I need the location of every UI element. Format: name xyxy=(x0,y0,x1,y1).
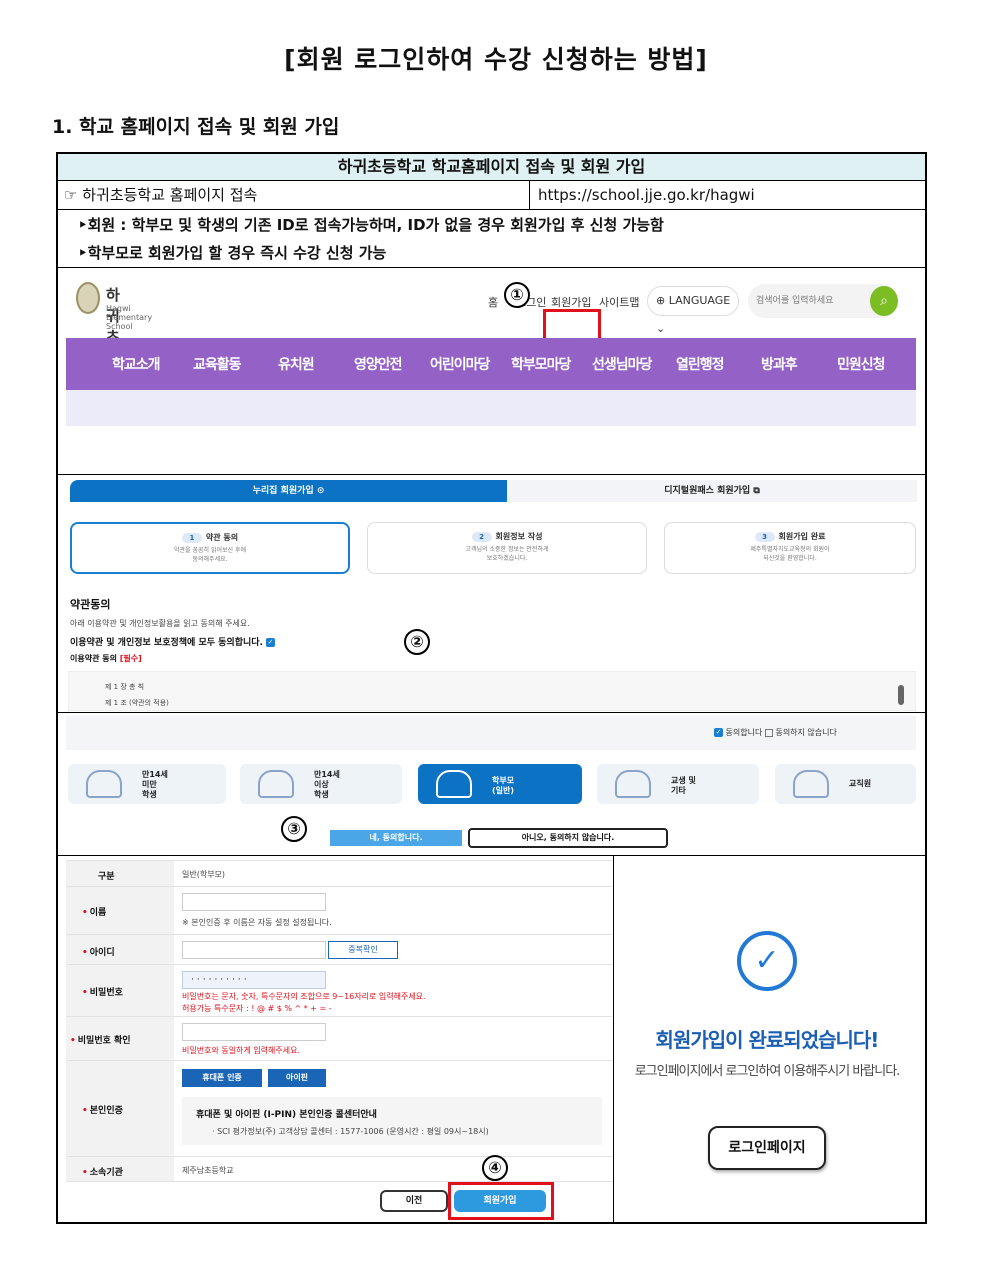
scrollbar-thumb[interactable] xyxy=(898,685,904,705)
trainee-icon xyxy=(615,770,651,798)
marker-1: ① xyxy=(504,282,530,308)
menu-item[interactable]: 유치원 xyxy=(278,354,315,374)
section-heading: 1. 학교 홈페이지 접속 및 회원 가입 xyxy=(52,116,340,138)
menu-item[interactable]: 방과후 xyxy=(761,354,798,374)
user-type-parent[interactable]: 학부모 (일반) xyxy=(418,764,582,804)
language-label: LANGUAGE xyxy=(668,294,731,307)
table-header: 하귀초등학교 학교홈페이지 접속 및 회원 가입 xyxy=(58,154,925,181)
topnav-signup[interactable]: 회원가입 xyxy=(551,294,591,310)
checkbox-checked-icon: ✓ xyxy=(266,638,276,647)
dup-check-button[interactable]: 중복확인 xyxy=(328,941,398,959)
form-row-type: 구분 일반(학부모) xyxy=(66,860,612,886)
parent-icon xyxy=(436,770,472,798)
password-input[interactable]: ·········· xyxy=(182,971,326,989)
globe-icon: ⊕ xyxy=(656,294,666,307)
divider xyxy=(58,855,925,856)
marker-2: ② xyxy=(404,629,430,655)
agree-all-checkbox[interactable]: 이용약관 및 개인정보 보호정책에 모두 동의합니다. ✓ xyxy=(70,635,276,648)
menu-item[interactable]: 어린이마당 xyxy=(430,354,490,374)
success-check-icon: ✓ xyxy=(737,931,797,991)
agree-radio-group[interactable]: ✓ 동의합니다 동의하지 않습니다 xyxy=(714,727,837,738)
step-info: 2 회원정보 작성 고객님의 소중한 정보는 안전하게 보호하겠습니다. xyxy=(367,522,647,574)
terms-heading: 약관동의 xyxy=(70,598,111,611)
menu-item[interactable]: 영양안전 xyxy=(354,354,403,374)
phone-auth-button[interactable]: 휴대폰 인증 xyxy=(182,1069,262,1087)
divider xyxy=(58,712,925,713)
menu-item[interactable]: 민원신청 xyxy=(837,354,886,374)
name-input[interactable] xyxy=(182,893,326,911)
terms-textbox[interactable]: 제 1 장 총 칙 제 1 조 (약관의 적용) xyxy=(68,671,916,711)
main-menu: 학교소개 교육활동 유치원 영양안전 어린이마당 학부모마당 선생님마당 열린행… xyxy=(66,338,916,390)
user-type-trainee[interactable]: 교생 및 기타 xyxy=(597,764,759,804)
terms-subtext: 아래 이용약관 및 개인정보활용을 읽고 동의해 주세요. xyxy=(70,619,250,628)
complete-subtitle: 로그인페이지에서 로그인하여 이용해주시기 바랍니다. xyxy=(634,1064,901,1079)
menu-item[interactable]: 학교소개 xyxy=(112,354,161,374)
form-row-id: • 아이디 중복확인 xyxy=(66,934,612,964)
password-confirm-input[interactable] xyxy=(182,1023,326,1041)
page-title: [회원 로그인하여 수강 신청하는 방법] xyxy=(284,45,708,74)
user-type-under14[interactable]: 만14세 미만 학생 xyxy=(68,764,226,804)
homepage-url[interactable]: https://school.jje.go.kr/hagwi xyxy=(529,181,925,209)
school-name-en: Hagwi Elementary School xyxy=(106,304,153,331)
language-select[interactable]: ⊕ LANGUAGE ⌄ xyxy=(647,286,739,335)
id-input[interactable] xyxy=(182,941,326,959)
auth-info-box: 휴대폰 및 아이핀 (I-PIN) 본인인증 콜센터안내 · SCI 평가정보(… xyxy=(182,1097,602,1145)
note-parent: ‣학부모로 회원가입 할 경우 즉시 수강 신청 가능 xyxy=(78,244,387,262)
agree-no-button[interactable]: 아니오, 동의하지 않습니다. xyxy=(468,828,668,848)
terms-required-label: 이용약관 동의 [필수] xyxy=(70,654,142,663)
menu-item[interactable]: 교육활동 xyxy=(193,354,242,374)
student-icon xyxy=(86,770,122,798)
form-row-name: • 이름 ※ 본인인증 후 이름은 자동 설정 설정됩니다. xyxy=(66,886,612,934)
school-emblem-icon xyxy=(76,282,100,314)
step-complete: 3 회원가입 완료 제주특별자치도교육청의 회원이 되신것을 환영합니다. xyxy=(664,522,916,574)
user-type-over14[interactable]: 만14세 이상 학생 xyxy=(240,764,402,804)
form-row-org: • 소속기관 제주남초등학교 xyxy=(66,1156,612,1182)
menu-item[interactable]: 선생님마당 xyxy=(592,354,652,374)
homepage-row: ☞ 하귀초등학교 홈페이지 접속 https://school.jje.go.k… xyxy=(58,181,925,210)
divider xyxy=(58,474,925,475)
chevron-down-icon: ⌄ xyxy=(656,322,666,335)
form-row-auth: • 본인인증 휴대폰 인증 아이핀 휴대폰 및 아이핀 (I-PIN) 본인인증 … xyxy=(66,1060,612,1156)
marker-4: ④ xyxy=(482,1155,508,1181)
tab-digital-onepass[interactable]: 디지털원패스 회원가입 ⧉ xyxy=(507,480,917,502)
topnav-home[interactable]: 홈 xyxy=(488,294,498,310)
marker-3: ③ xyxy=(281,816,307,842)
topnav-sitemap[interactable]: 사이트맵 xyxy=(599,294,639,310)
ipin-auth-button[interactable]: 아이핀 xyxy=(268,1069,326,1087)
search-icon[interactable]: ⌕ xyxy=(870,286,898,316)
menu-item[interactable]: 학부모마당 xyxy=(511,354,571,374)
prev-button[interactable]: 이전 xyxy=(380,1190,448,1212)
user-type-staff[interactable]: 교직원 xyxy=(775,764,916,804)
login-page-button[interactable]: 로그인페이지 xyxy=(708,1126,826,1170)
homepage-label: ☞ 하귀초등학교 홈페이지 접속 xyxy=(64,186,258,204)
menu-item[interactable]: 열린행정 xyxy=(676,354,725,374)
submenu-band xyxy=(66,390,916,426)
note-member: ‣회원 : 학부모 및 학생의 기존 ID로 접속가능하며, ID가 없을 경우… xyxy=(78,216,664,234)
complete-title: 회원가입이 완료되었습니다! xyxy=(655,1028,880,1052)
agree-yes-button[interactable]: 네, 동의합니다. xyxy=(330,830,462,846)
form-row-password-confirm: • 비밀번호 확인 비밀번호와 동일하게 입력해주세요. xyxy=(66,1016,612,1060)
notes: ‣회원 : 학부모 및 학생의 기존 ID로 접속가능하며, ID가 없을 경우… xyxy=(58,210,925,268)
join-button[interactable]: 회원가입 xyxy=(454,1190,546,1212)
step-terms: 1 약관 동의 약관을 꼼꼼히 읽어보신 후에 동의해주세요. xyxy=(70,522,350,574)
staff-icon xyxy=(793,770,829,798)
student-icon xyxy=(258,770,294,798)
signup-form: 구분 일반(학부모) • 이름 ※ 본인인증 후 이름은 자동 설정 설정됩니다.… xyxy=(66,860,612,1222)
form-row-password: • 비밀번호 ·········· 비밀번호는 문자, 숫자, 특수문자의 조합으… xyxy=(66,964,612,1016)
tab-homepage-signup[interactable]: 누리집 회원가입 ⊙ xyxy=(70,480,507,502)
